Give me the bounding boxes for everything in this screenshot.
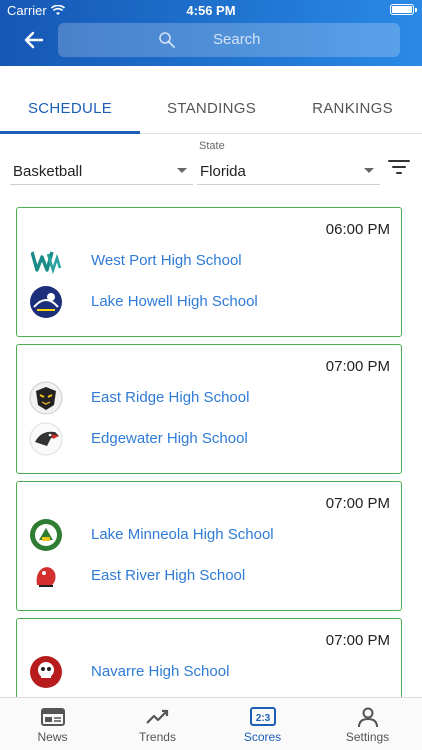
tab-news[interactable]: News <box>0 698 105 750</box>
east-river-logo <box>29 559 63 593</box>
sport-select-value: Basketball <box>13 163 83 180</box>
tab-rankings[interactable]: RANKINGS <box>283 84 422 134</box>
team-name[interactable]: Edgewater High School <box>91 430 248 447</box>
east-ridge-logo <box>29 381 63 415</box>
back-button[interactable] <box>20 26 48 54</box>
team-row[interactable]: Navarre High School <box>29 655 389 689</box>
lake-minneola-logo <box>29 518 63 552</box>
bottom-tab-bar: News Trends 2:3 Scores Settings <box>0 697 422 750</box>
game-card[interactable]: 06:00 PM West Port High School Lake Howe… <box>16 207 402 337</box>
game-list[interactable]: 06:00 PM West Port High School Lake Howe… <box>0 200 422 697</box>
active-tab-indicator <box>0 131 140 134</box>
tab-scores-label: Scores <box>243 730 282 744</box>
settings-icon <box>358 707 378 728</box>
sport-select[interactable]: Basketball <box>10 157 193 185</box>
west-port-logo <box>29 244 63 278</box>
scores-icon: 2:3 <box>250 707 276 726</box>
news-icon <box>41 708 65 726</box>
team-row[interactable]: Edgewater High School <box>29 422 389 456</box>
game-card[interactable]: 07:00 PM Navarre High School <box>16 618 402 697</box>
navarre-logo <box>29 655 63 689</box>
state-select[interactable]: Florida <box>197 157 380 185</box>
team-name[interactable]: Lake Howell High School <box>91 293 258 310</box>
team-name[interactable]: East River High School <box>91 567 245 584</box>
tab-schedule[interactable]: SCHEDULE <box>0 84 140 134</box>
team-name[interactable]: Navarre High School <box>91 663 229 680</box>
team-name[interactable]: Lake Minneola High School <box>91 526 274 543</box>
team-row[interactable]: Lake Minneola High School <box>29 518 389 552</box>
tab-settings-label: Settings <box>345 730 390 744</box>
chevron-down-icon <box>364 168 374 173</box>
game-time: 07:00 PM <box>325 495 390 512</box>
search-icon <box>159 32 175 48</box>
game-card[interactable]: 07:00 PM Lake Minneola High School East … <box>16 481 402 611</box>
tab-standings[interactable]: STANDINGS <box>140 84 283 134</box>
search-input[interactable]: Search <box>58 23 400 57</box>
team-row[interactable]: East Ridge High School <box>29 381 389 415</box>
tab-scores[interactable]: 2:3 Scores <box>210 698 315 750</box>
battery-icon <box>390 4 417 15</box>
game-card[interactable]: 07:00 PM East Ridge High School Edgewate… <box>16 344 402 474</box>
state-label: State <box>199 140 225 152</box>
status-bar: Carrier 4:56 PM <box>0 0 422 20</box>
status-time: 4:56 PM <box>186 3 236 18</box>
tab-trends-label: Trends <box>139 730 176 744</box>
team-row[interactable]: West Port High School <box>29 244 389 278</box>
tab-settings[interactable]: Settings <box>315 698 420 750</box>
chevron-down-icon <box>177 168 187 173</box>
tab-trends[interactable]: Trends <box>105 698 210 750</box>
game-time: 06:00 PM <box>325 221 390 238</box>
tab-news-label: News <box>37 730 68 744</box>
edgewater-logo <box>29 422 63 456</box>
app-header: Carrier 4:56 PM Search <box>0 0 422 66</box>
svg-text:2:3: 2:3 <box>256 713 271 724</box>
back-arrow-icon <box>24 31 44 49</box>
trends-icon <box>146 709 169 724</box>
game-time: 07:00 PM <box>325 358 390 375</box>
team-row[interactable]: Lake Howell High School <box>29 285 389 319</box>
team-name[interactable]: East Ridge High School <box>91 389 249 406</box>
search-placeholder: Search <box>213 31 261 48</box>
team-row[interactable]: East River High School <box>29 559 389 593</box>
segment-tabs: SCHEDULE STANDINGS RANKINGS <box>0 84 422 134</box>
state-select-value: Florida <box>200 163 246 180</box>
filter-icon[interactable] <box>388 158 410 176</box>
game-time: 07:00 PM <box>325 632 390 649</box>
team-name[interactable]: West Port High School <box>91 252 242 269</box>
lake-howell-logo <box>29 285 63 319</box>
